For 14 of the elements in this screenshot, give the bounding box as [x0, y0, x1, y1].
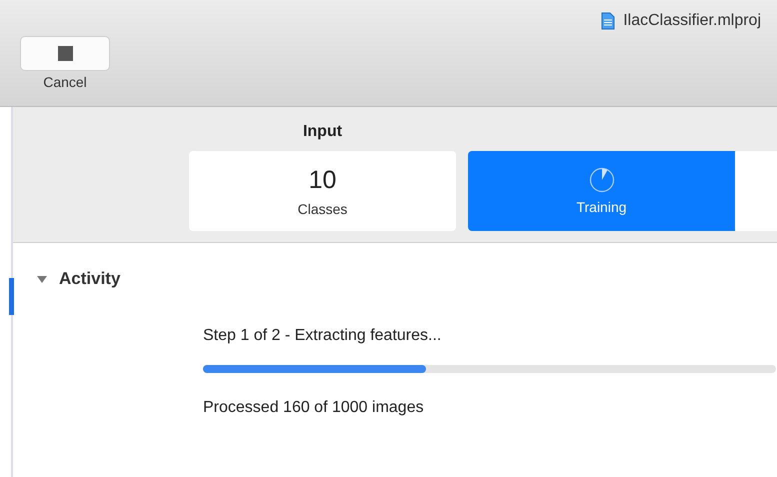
progress-pie-icon [588, 167, 614, 193]
step-text: Step 1 of 2 - Extracting features... [203, 327, 442, 345]
cancel-label: Cancel [43, 74, 87, 90]
stage-header: Input [302, 123, 342, 141]
section-title: Activity [59, 269, 120, 289]
selection-indicator [9, 278, 14, 315]
stop-icon [58, 46, 72, 61]
disclosure-triangle-icon[interactable] [37, 274, 47, 284]
window-title: IlacClassifier.mlproj [623, 12, 761, 30]
cancel-button[interactable] [20, 36, 110, 71]
stage-card[interactable]: 10 Classes [189, 151, 456, 231]
document-icon [601, 12, 616, 30]
stage-card[interactable]: Training [468, 151, 735, 231]
status-text: Processed 160 of 1000 images [203, 399, 425, 417]
